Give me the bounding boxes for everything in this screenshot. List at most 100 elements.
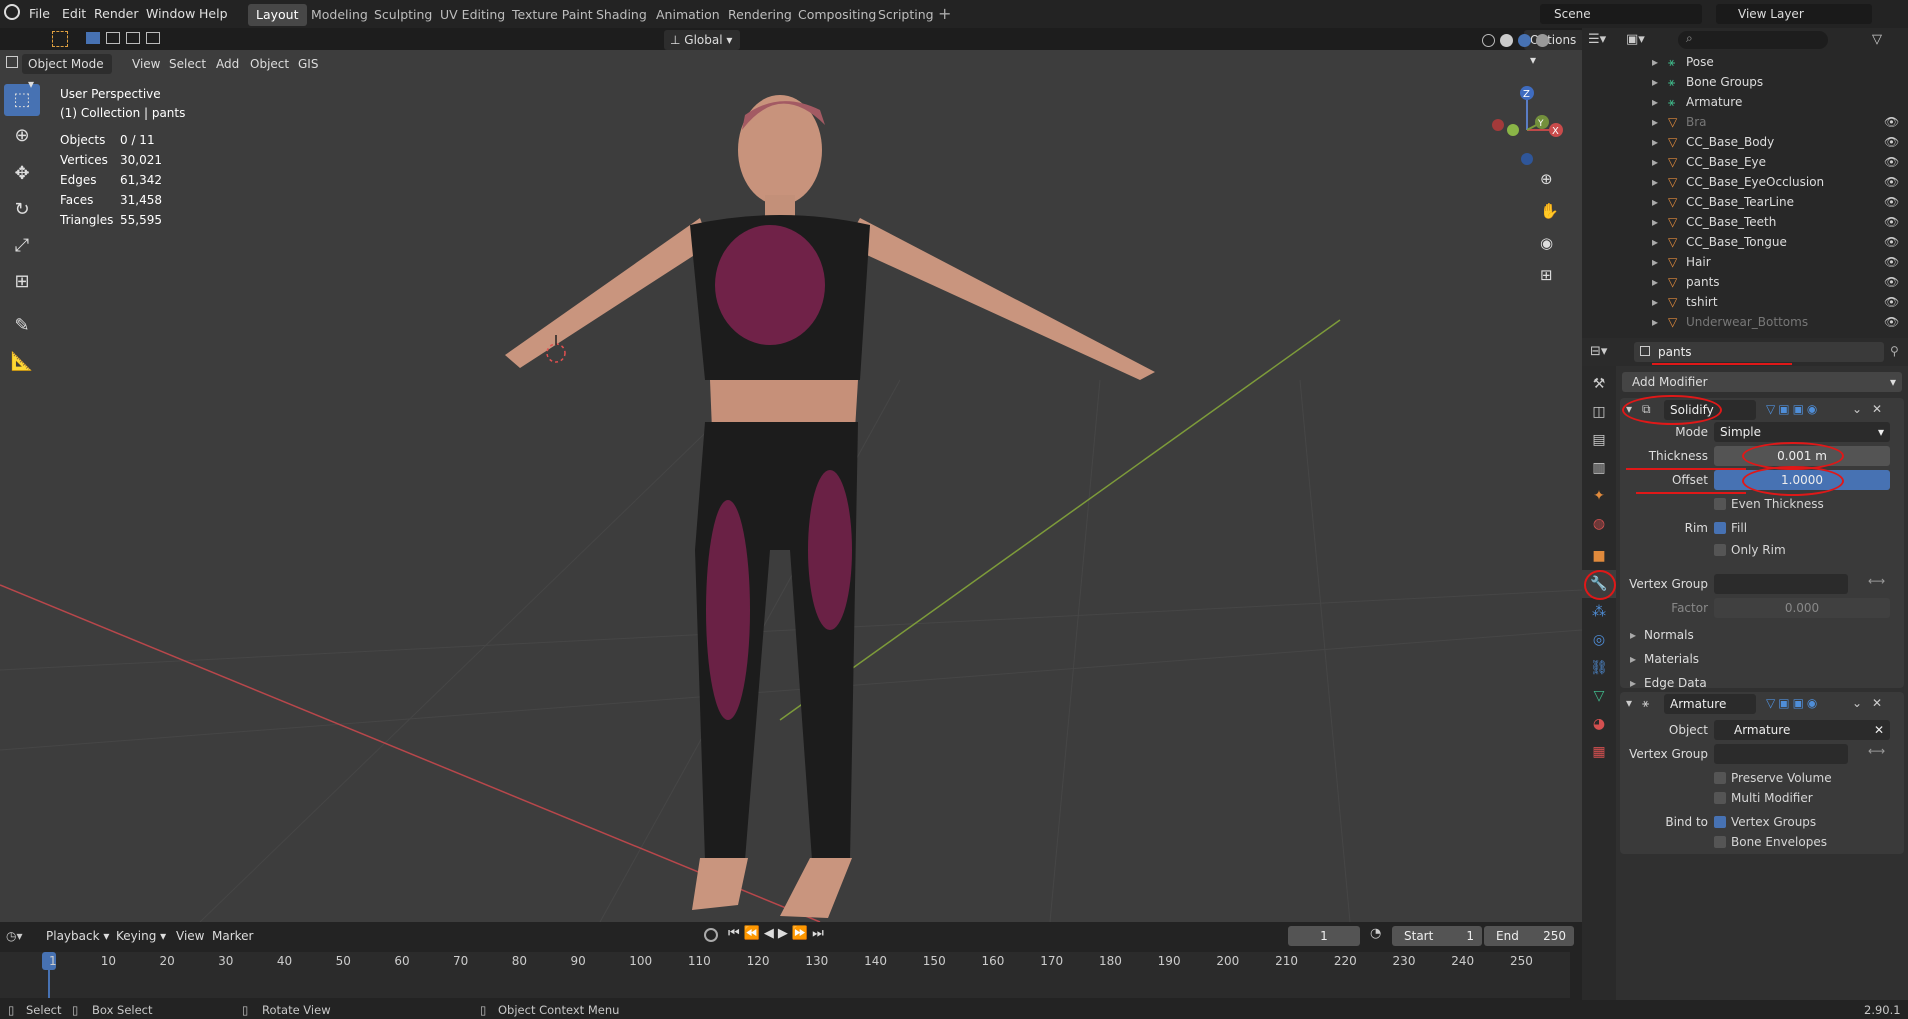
outliner-row[interactable]: ▸ ▽ CC_Base_TearLine 👁: [1582, 192, 1908, 212]
menu-file[interactable]: File: [29, 6, 50, 21]
object-tab-icon[interactable]: ■: [1582, 542, 1616, 570]
expand-arrow-icon[interactable]: ▸: [1652, 312, 1658, 332]
eye-icon[interactable]: 👁: [1884, 192, 1899, 212]
eye-icon[interactable]: 👁: [1884, 112, 1899, 132]
output-tab-icon[interactable]: ▤: [1582, 426, 1616, 454]
move-tool-icon[interactable]: ✥: [4, 158, 40, 190]
menu-select[interactable]: Select: [163, 54, 212, 74]
menu-marker[interactable]: Marker: [206, 926, 259, 946]
menu-edit[interactable]: Edit: [62, 6, 86, 21]
outliner-row[interactable]: ▸ ▽ Underwear_Bottoms 👁: [1582, 312, 1908, 332]
subpanel-header[interactable]: ▸ Edge Data: [1630, 672, 1707, 694]
outliner-row[interactable]: ▸ ▽ Bra 👁: [1582, 112, 1908, 132]
solidify-menu-icon[interactable]: ⌄: [1852, 402, 1862, 416]
armature-invert-vgroup-icon[interactable]: ⟷: [1868, 744, 1885, 758]
start-frame-field[interactable]: Start 1: [1392, 926, 1482, 946]
eye-icon[interactable]: 👁: [1884, 212, 1899, 232]
transform-tool-icon[interactable]: ⊞: [4, 266, 40, 298]
eye-icon[interactable]: 👁: [1884, 312, 1899, 332]
vertex-group-field[interactable]: [1714, 574, 1848, 594]
tab-scripting[interactable]: Scripting: [870, 4, 942, 26]
bind-bone-envelopes-checkbox[interactable]: Bone Envelopes: [1714, 832, 1827, 852]
properties-editor-icon[interactable]: ⊟▾: [1590, 344, 1607, 359]
menu-window[interactable]: Window: [146, 6, 195, 21]
properties-editor[interactable]: ⊟▾ pants ⚲ ⚒ ◫ ▤ ▥ ✦ ◍ ■ 🔧 ⁂ ◎ ⛓ ▽ ◕ ▦ A…: [1582, 338, 1908, 1000]
ortho-grid-icon[interactable]: ⊞: [1540, 266, 1553, 284]
menu-gis[interactable]: GIS: [292, 54, 324, 74]
select-box-icon[interactable]: [86, 32, 100, 44]
eye-icon[interactable]: 👁: [1884, 172, 1899, 192]
even-thickness-checkbox[interactable]: Even Thickness: [1714, 494, 1824, 514]
menu-render[interactable]: Render: [94, 6, 139, 21]
expand-arrow-icon[interactable]: ▸: [1652, 192, 1658, 212]
mode-dropdown[interactable]: Simple ▾: [1714, 422, 1890, 442]
armature-remove-icon[interactable]: ✕: [1872, 696, 1882, 710]
scene-tab-icon[interactable]: ✦: [1582, 482, 1616, 510]
outliner-row[interactable]: ▸ ▽ CC_Base_EyeOcclusion 👁: [1582, 172, 1908, 192]
invert-vgroup-icon[interactable]: ⟷: [1868, 574, 1885, 588]
menu-object[interactable]: Object: [244, 54, 295, 74]
rendered-shading-icon[interactable]: [1536, 34, 1549, 47]
factor-field[interactable]: 0.000: [1714, 598, 1890, 618]
pin-icon[interactable]: ⚲: [1890, 344, 1899, 358]
tweak-icon[interactable]: [52, 31, 68, 47]
outliner-row[interactable]: ▸ ⚹ Pose: [1582, 52, 1908, 72]
camera-icon[interactable]: ◉: [1540, 234, 1553, 252]
data-tab-icon[interactable]: ▽: [1582, 682, 1616, 710]
outliner[interactable]: ☰▾ ▣▾ ⌕ ▽ ▸ ⚹ Pose ▸ ⚹ Bone Groups ▸ ⚹ Armature ▸…: [1582, 28, 1908, 338]
view-layer-tab-icon[interactable]: ▥: [1582, 454, 1616, 482]
tab-rendering[interactable]: Rendering: [720, 4, 800, 26]
tab-layout[interactable]: Layout: [248, 4, 307, 26]
armature-vgroup-field[interactable]: [1714, 744, 1848, 764]
add-modifier-dropdown[interactable]: Add Modifier ▾: [1622, 372, 1902, 392]
object-mode-dropdown[interactable]: Object Mode ▾: [22, 54, 112, 91]
tab-animation[interactable]: Animation: [648, 4, 728, 26]
eye-icon[interactable]: 👁: [1884, 152, 1899, 172]
solidify-visibility-icons[interactable]: ▽▣▣◉: [1766, 402, 1820, 416]
pan-hand-icon[interactable]: ✋: [1540, 202, 1559, 220]
menu-help[interactable]: Help: [199, 6, 228, 21]
menu-add[interactable]: Add: [210, 54, 245, 74]
timer-icon[interactable]: ◔: [1370, 926, 1381, 941]
tab-sculpting[interactable]: Sculpting: [366, 4, 440, 26]
world-tab-icon[interactable]: ◍: [1582, 510, 1616, 538]
texture-tab-icon[interactable]: ▦: [1582, 738, 1616, 766]
outliner-row[interactable]: ▸ ▽ CC_Base_Tongue 👁: [1582, 232, 1908, 252]
expand-arrow-icon[interactable]: ▸: [1652, 272, 1658, 292]
eye-icon[interactable]: 👁: [1884, 272, 1899, 292]
only-rim-checkbox[interactable]: Only Rim: [1714, 540, 1786, 560]
select-extend-icon[interactable]: [106, 32, 120, 44]
bind-vertex-groups-checkbox[interactable]: Vertex Groups: [1714, 812, 1816, 832]
orientation-dropdown[interactable]: ⊥ Global ▾: [664, 30, 740, 50]
particles-tab-icon[interactable]: ⁂: [1582, 598, 1616, 626]
menu-timeline-view[interactable]: View: [170, 926, 210, 946]
select-intersect-icon[interactable]: [146, 32, 160, 44]
eye-icon[interactable]: 👁: [1884, 252, 1899, 272]
blender-logo-icon[interactable]: [4, 4, 20, 20]
outliner-row[interactable]: ▸ ▽ CC_Base_Eye 👁: [1582, 152, 1908, 172]
select-subtract-icon[interactable]: [126, 32, 140, 44]
wireframe-shading-icon[interactable]: [1482, 34, 1495, 47]
3d-viewport[interactable]: Z X Y User Perspective (1) Collection | …: [0, 50, 1582, 922]
timeline-editor-icon[interactable]: ◷▾: [6, 929, 30, 945]
measure-tool-icon[interactable]: 📐: [4, 346, 40, 378]
current-frame-field[interactable]: 1: [1288, 926, 1360, 946]
render-tab-icon[interactable]: ◫: [1582, 398, 1616, 426]
annotate-tool-icon[interactable]: ✎: [4, 310, 40, 342]
tab-uv-editing[interactable]: UV Editing: [432, 4, 513, 26]
rotate-tool-icon[interactable]: ↻: [4, 194, 40, 226]
armature-name-field[interactable]: Armature: [1664, 694, 1756, 714]
eye-icon[interactable]: 👁: [1884, 132, 1899, 152]
add-workspace-icon[interactable]: +: [938, 4, 951, 23]
view-layer-selector[interactable]: View Layer: [1716, 4, 1872, 24]
expand-arrow-icon[interactable]: ▸: [1652, 112, 1658, 132]
expand-arrow-icon[interactable]: ▸: [1652, 92, 1658, 112]
outliner-row[interactable]: ▸ ⚹ Bone Groups: [1582, 72, 1908, 92]
collapse-armature-icon[interactable]: ▾: [1626, 696, 1632, 710]
record-icon[interactable]: [704, 928, 718, 942]
subpanel-header[interactable]: ▸ Normals: [1630, 624, 1694, 646]
playback-controls-icon[interactable]: ⏮⏪◀▶⏩⏭: [728, 926, 828, 941]
end-frame-field[interactable]: End 250: [1484, 926, 1574, 946]
eye-icon[interactable]: 👁: [1884, 232, 1899, 252]
filter-icon[interactable]: ▽: [1872, 32, 1882, 47]
